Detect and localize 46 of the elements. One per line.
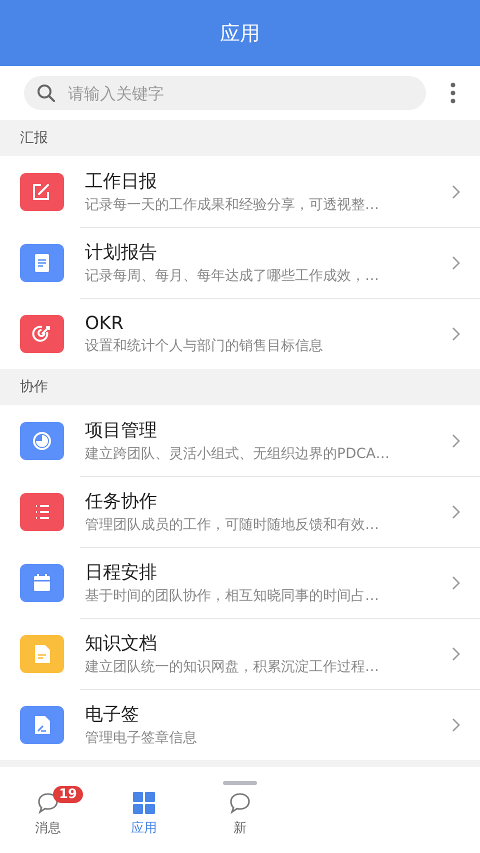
chevron-icon (452, 184, 460, 198)
app-list-item[interactable]: 计划报告 记录每周、每月、每年达成了哪些工作成效，… (0, 227, 480, 298)
drag-handle[interactable] (223, 781, 257, 785)
search-icon (36, 83, 56, 103)
app-description: 设置和统计个人与部门的销售目标信息 (85, 336, 324, 354)
section-title: 汇报 (20, 129, 48, 147)
app-description: 管理电子签章信息 (85, 729, 198, 747)
page-title: 应用 (220, 20, 260, 46)
chat-icon (228, 791, 252, 815)
search-field[interactable]: 请输入关键字 (24, 76, 426, 110)
chevron-icon (452, 256, 460, 270)
app-list-item[interactable]: 任务协作 管理团队成员的工作，可随时随地反馈和有效… (0, 476, 480, 547)
tab-bar-item[interactable]: 应用 (96, 785, 192, 837)
app-description: 记录每一天的工作成果和经验分享，可透视整… (85, 196, 380, 214)
more-icon[interactable] (450, 81, 456, 105)
chevron-icon (452, 434, 460, 448)
tab-bar-item[interactable]: 19 消息 (0, 785, 96, 837)
app-title: 任务协作 (85, 490, 158, 513)
app-description: 建立跨团队、灵活小组式、无组织边界的PDCA… (85, 445, 391, 463)
app-title: 日程安排 (85, 561, 158, 584)
app-description: 建立团队统一的知识网盘，积累沉淀工作过程… (85, 658, 380, 676)
app-description: 记录每周、每月、每年达成了哪些工作成效，… (85, 267, 380, 285)
chevron-icon (452, 646, 460, 660)
app-list-item[interactable]: 工作日报 记录每一天的工作成果和经验分享，可透视整… (0, 156, 480, 227)
app-list-item[interactable]: 电子签 管理电子签章信息 (0, 689, 480, 760)
app-list-item[interactable]: 知识文档 建立团队统一的知识网盘，积累沉淀工作过程… (0, 618, 480, 689)
app-list-item[interactable]: 项目管理 建立跨团队、灵活小组式、无组织边界的PDCA… (0, 405, 480, 476)
chevron-icon (452, 576, 460, 590)
app-list-item[interactable]: 日程安排 基于时间的团队协作，相互知晓同事的时间占… (0, 547, 480, 618)
chevron-icon (452, 504, 460, 518)
app-title: OKR (85, 312, 124, 334)
chevron-icon (452, 718, 460, 732)
chevron-icon (452, 326, 460, 340)
app-description: 基于时间的团队协作，相互知晓同事的时间占… (85, 587, 380, 605)
chat-icon (36, 791, 60, 815)
app-title: 工作日报 (85, 170, 158, 193)
app-title: 知识文档 (85, 632, 158, 655)
unread-badge: 19 (53, 786, 84, 803)
app-title: 电子签 (85, 703, 140, 726)
grid-icon (132, 791, 156, 815)
section-title: 协作 (20, 378, 48, 396)
app-title: 项目管理 (85, 419, 158, 442)
app-list-item[interactable]: OKR 设置和统计个人与部门的销售目标信息 (0, 298, 480, 369)
app-title: 计划报告 (85, 241, 158, 264)
app-description: 管理团队成员的工作，可随时随地反馈和有效… (85, 516, 380, 534)
tab-bar-item[interactable]: 新 (192, 785, 288, 837)
